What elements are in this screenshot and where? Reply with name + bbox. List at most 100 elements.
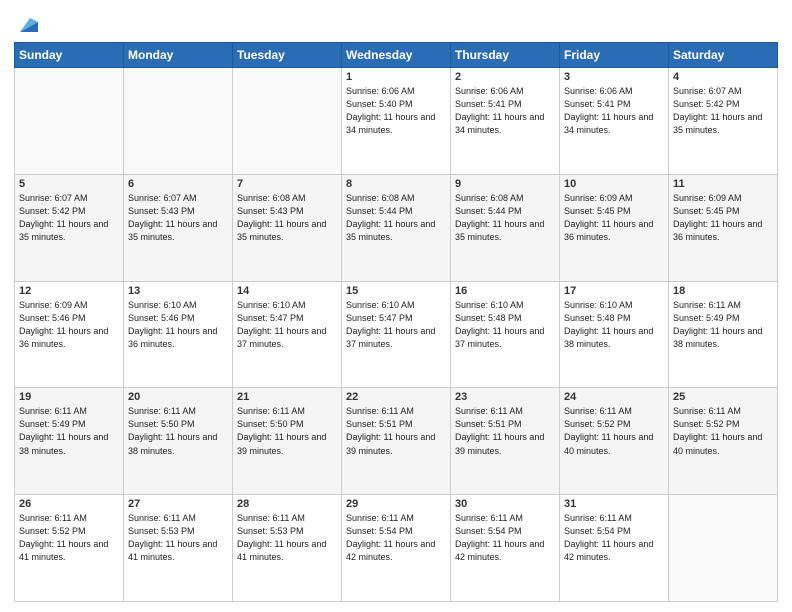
weekday-header-row: SundayMondayTuesdayWednesdayThursdayFrid… [15, 43, 778, 68]
week-row-1: 1 Sunrise: 6:06 AMSunset: 5:40 PMDaylight… [15, 68, 778, 175]
weekday-header-wednesday: Wednesday [342, 43, 451, 68]
calendar-cell: 15 Sunrise: 6:10 AMSunset: 5:47 PMDayligh… [342, 281, 451, 388]
weekday-header-friday: Friday [560, 43, 669, 68]
day-number: 3 [564, 71, 664, 83]
calendar-cell: 13 Sunrise: 6:10 AMSunset: 5:46 PMDayligh… [124, 281, 233, 388]
header [14, 10, 778, 36]
day-number: 16 [455, 285, 555, 297]
day-number: 6 [128, 178, 228, 190]
day-info: Sunrise: 6:08 AMSunset: 5:43 PMDaylight:… [237, 192, 337, 244]
calendar-cell: 24Sunrise: 6:11 AMSunset: 5:52 PMDayligh… [560, 388, 669, 495]
day-number: 14 [237, 285, 337, 297]
day-info: Sunrise: 6:11 AMSunset: 5:49 PMDaylight:… [19, 405, 119, 457]
week-row-2: 5 Sunrise: 6:07 AMSunset: 5:42 PMDaylight… [15, 174, 778, 281]
day-number: 19 [19, 391, 119, 403]
day-number: 27 [128, 498, 228, 510]
day-number: 8 [346, 178, 446, 190]
weekday-header-sunday: Sunday [15, 43, 124, 68]
weekday-header-thursday: Thursday [451, 43, 560, 68]
calendar-cell: 6 Sunrise: 6:07 AMSunset: 5:43 PMDaylight… [124, 174, 233, 281]
calendar-cell: 11 Sunrise: 6:09 AMSunset: 5:45 PMDayligh… [669, 174, 778, 281]
calendar-cell: 30Sunrise: 6:11 AMSunset: 5:54 PMDayligh… [451, 495, 560, 602]
day-number: 4 [673, 71, 773, 83]
calendar-cell: 5 Sunrise: 6:07 AMSunset: 5:42 PMDaylight… [15, 174, 124, 281]
day-info: Sunrise: 6:11 AMSunset: 5:52 PMDaylight:… [564, 405, 664, 457]
day-info: Sunrise: 6:10 AMSunset: 5:47 PMDaylight:… [346, 299, 446, 351]
calendar-cell: 10 Sunrise: 6:09 AMSunset: 5:45 PMDayligh… [560, 174, 669, 281]
calendar-cell: 21 Sunrise: 6:11 AMSunset: 5:50 PMDayligh… [233, 388, 342, 495]
logo-icon [16, 14, 38, 36]
day-number: 10 [564, 178, 664, 190]
day-number: 29 [346, 498, 446, 510]
logo [14, 14, 38, 36]
day-info: Sunrise: 6:11 AMSunset: 5:50 PMDaylight:… [237, 405, 337, 457]
weekday-header-tuesday: Tuesday [233, 43, 342, 68]
week-row-3: 12Sunrise: 6:09 AMSunset: 5:46 PMDayligh… [15, 281, 778, 388]
day-info: Sunrise: 6:11 AMSunset: 5:50 PMDaylight:… [128, 405, 228, 457]
day-info: Sunrise: 6:08 AMSunset: 5:44 PMDaylight:… [346, 192, 446, 244]
calendar-cell: 27 Sunrise: 6:11 AMSunset: 5:53 PMDayligh… [124, 495, 233, 602]
day-number: 1 [346, 71, 446, 83]
day-number: 12 [19, 285, 119, 297]
day-info: Sunrise: 6:11 AMSunset: 5:54 PMDaylight:… [564, 512, 664, 564]
calendar-cell: 4Sunrise: 6:07 AMSunset: 5:42 PMDaylight… [669, 68, 778, 175]
calendar-cell [124, 68, 233, 175]
day-info: Sunrise: 6:07 AMSunset: 5:43 PMDaylight:… [128, 192, 228, 244]
calendar-cell: 14 Sunrise: 6:10 AMSunset: 5:47 PMDayligh… [233, 281, 342, 388]
day-info: Sunrise: 6:10 AMSunset: 5:47 PMDaylight:… [237, 299, 337, 351]
calendar-cell: 16 Sunrise: 6:10 AMSunset: 5:48 PMDayligh… [451, 281, 560, 388]
day-info: Sunrise: 6:10 AMSunset: 5:48 PMDaylight:… [455, 299, 555, 351]
calendar-cell: 22 Sunrise: 6:11 AMSunset: 5:51 PMDayligh… [342, 388, 451, 495]
day-number: 9 [455, 178, 555, 190]
day-number: 25 [673, 391, 773, 403]
day-info: Sunrise: 6:11 AMSunset: 5:54 PMDaylight:… [346, 512, 446, 564]
day-info: Sunrise: 6:09 AMSunset: 5:45 PMDaylight:… [673, 192, 773, 244]
page: SundayMondayTuesdayWednesdayThursdayFrid… [0, 0, 792, 612]
calendar-cell: 26Sunrise: 6:11 AMSunset: 5:52 PMDayligh… [15, 495, 124, 602]
calendar-cell: 19 Sunrise: 6:11 AMSunset: 5:49 PMDayligh… [15, 388, 124, 495]
day-number: 22 [346, 391, 446, 403]
day-number: 21 [237, 391, 337, 403]
day-info: Sunrise: 6:06 AMSunset: 5:41 PMDaylight:… [564, 85, 664, 137]
day-number: 7 [237, 178, 337, 190]
day-number: 26 [19, 498, 119, 510]
day-info: Sunrise: 6:10 AMSunset: 5:48 PMDaylight:… [564, 299, 664, 351]
calendar-cell: 2Sunrise: 6:06 AMSunset: 5:41 PMDaylight… [451, 68, 560, 175]
day-info: Sunrise: 6:09 AMSunset: 5:45 PMDaylight:… [564, 192, 664, 244]
day-info: Sunrise: 6:10 AMSunset: 5:46 PMDaylight:… [128, 299, 228, 351]
calendar-cell: 7 Sunrise: 6:08 AMSunset: 5:43 PMDaylight… [233, 174, 342, 281]
day-info: Sunrise: 6:06 AMSunset: 5:40 PMDaylight:… [346, 85, 446, 137]
day-number: 15 [346, 285, 446, 297]
day-number: 17 [564, 285, 664, 297]
calendar: SundayMondayTuesdayWednesdayThursdayFrid… [14, 42, 778, 602]
day-info: Sunrise: 6:11 AMSunset: 5:51 PMDaylight:… [455, 405, 555, 457]
calendar-cell [669, 495, 778, 602]
day-info: Sunrise: 6:07 AMSunset: 5:42 PMDaylight:… [19, 192, 119, 244]
calendar-cell: 17 Sunrise: 6:10 AMSunset: 5:48 PMDayligh… [560, 281, 669, 388]
calendar-cell [15, 68, 124, 175]
calendar-cell: 28Sunrise: 6:11 AMSunset: 5:53 PMDayligh… [233, 495, 342, 602]
calendar-cell: 31Sunrise: 6:11 AMSunset: 5:54 PMDayligh… [560, 495, 669, 602]
day-number: 11 [673, 178, 773, 190]
day-number: 23 [455, 391, 555, 403]
weekday-header-saturday: Saturday [669, 43, 778, 68]
calendar-cell: 20 Sunrise: 6:11 AMSunset: 5:50 PMDayligh… [124, 388, 233, 495]
calendar-cell: 8 Sunrise: 6:08 AMSunset: 5:44 PMDaylight… [342, 174, 451, 281]
day-number: 13 [128, 285, 228, 297]
day-info: Sunrise: 6:11 AMSunset: 5:51 PMDaylight:… [346, 405, 446, 457]
day-number: 28 [237, 498, 337, 510]
day-number: 18 [673, 285, 773, 297]
week-row-5: 26Sunrise: 6:11 AMSunset: 5:52 PMDayligh… [15, 495, 778, 602]
day-number: 30 [455, 498, 555, 510]
calendar-cell: 29 Sunrise: 6:11 AMSunset: 5:54 PMDayligh… [342, 495, 451, 602]
day-number: 20 [128, 391, 228, 403]
calendar-cell: 25Sunrise: 6:11 AMSunset: 5:52 PMDayligh… [669, 388, 778, 495]
day-number: 5 [19, 178, 119, 190]
day-number: 2 [455, 71, 555, 83]
calendar-cell: 18Sunrise: 6:11 AMSunset: 5:49 PMDayligh… [669, 281, 778, 388]
calendar-cell [233, 68, 342, 175]
day-info: Sunrise: 6:11 AMSunset: 5:53 PMDaylight:… [128, 512, 228, 564]
calendar-cell: 23 Sunrise: 6:11 AMSunset: 5:51 PMDayligh… [451, 388, 560, 495]
weekday-header-monday: Monday [124, 43, 233, 68]
day-info: Sunrise: 6:08 AMSunset: 5:44 PMDaylight:… [455, 192, 555, 244]
